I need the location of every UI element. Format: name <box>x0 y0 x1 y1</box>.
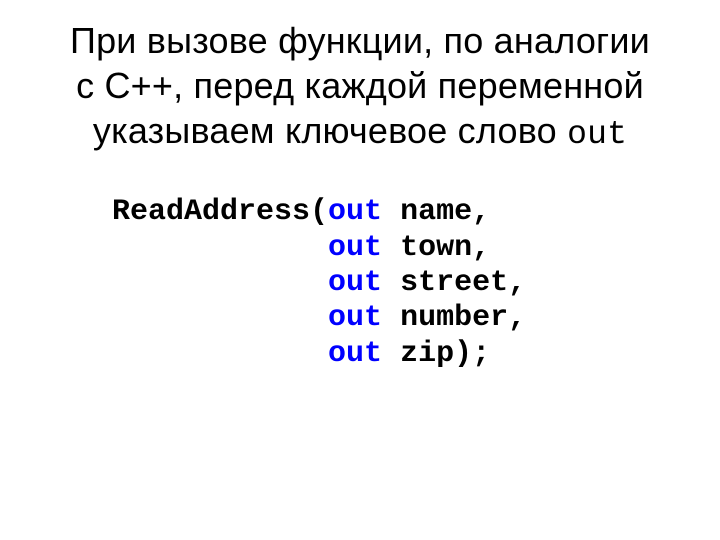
title-line-1: При вызове функции, по аналогии <box>70 20 650 61</box>
code-keyword-out-4: out <box>328 301 382 335</box>
code-keyword-out-1: out <box>328 195 382 229</box>
title-keyword-out: out <box>567 116 627 153</box>
code-indent-3 <box>112 266 328 300</box>
code-arg-2: town, <box>382 231 490 265</box>
title-line-2: с С++, перед каждой переменной <box>76 65 644 106</box>
code-arg-4: number, <box>382 301 526 335</box>
code-block: ReadAddress(out name, out town, out stre… <box>112 195 708 372</box>
code-keyword-out-2: out <box>328 231 382 265</box>
code-indent-5 <box>112 337 328 371</box>
slide: При вызове функции, по аналогии с С++, п… <box>0 0 720 540</box>
code-fn-name: ReadAddress( <box>112 195 328 229</box>
code-keyword-out-3: out <box>328 266 382 300</box>
code-arg-3: street, <box>382 266 526 300</box>
title-line-3-pre: указываем ключевое слово <box>93 110 567 151</box>
code-keyword-out-5: out <box>328 337 382 371</box>
code-arg-5: zip); <box>382 337 490 371</box>
code-arg-1: name, <box>382 195 490 229</box>
slide-title: При вызове функции, по аналогии с С++, п… <box>12 18 708 155</box>
code-indent-2 <box>112 231 328 265</box>
code-indent-4 <box>112 301 328 335</box>
